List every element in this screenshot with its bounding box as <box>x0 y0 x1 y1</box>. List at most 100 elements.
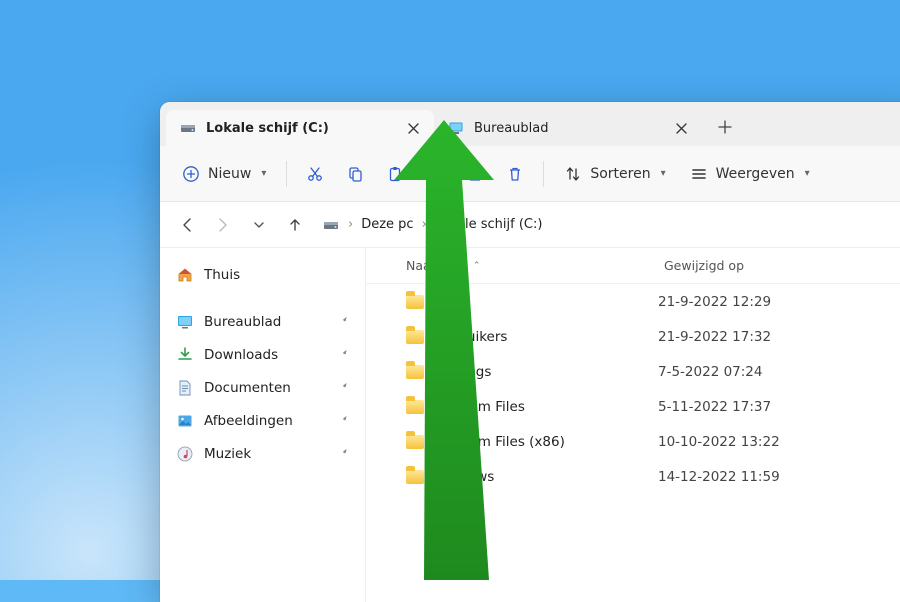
tab-strip: Lokale schijf (C:) Bureaublad <box>160 102 900 146</box>
desktop-icon <box>448 120 464 136</box>
sidebar-item-label: Muziek <box>204 446 251 462</box>
sort-ascending-icon: ⌃ <box>473 261 481 271</box>
file-name: Program Files (x86) <box>434 434 565 450</box>
file-list-pane: Naam ⌃ Gewijzigd op boot 21-9-2022 12:29… <box>366 248 900 602</box>
folder-icon <box>406 295 424 309</box>
navigation-pane: Thuis Bureaublad Downloads <box>160 248 366 602</box>
table-row[interactable]: PerfLogs 7-5-2022 07:24 <box>366 354 900 389</box>
folder-icon <box>406 365 424 379</box>
sort-button-label: Sorteren <box>590 166 650 182</box>
back-button[interactable] <box>170 208 204 242</box>
breadcrumb-root[interactable]: Deze pc <box>361 217 413 232</box>
pin-icon <box>338 349 349 360</box>
home-icon <box>176 266 194 284</box>
folder-icon <box>406 400 424 414</box>
file-name: Gebruikers <box>434 329 507 345</box>
pin-icon <box>338 415 349 426</box>
document-icon <box>176 379 194 397</box>
pin-icon <box>338 316 349 327</box>
music-icon <box>176 445 194 463</box>
separator <box>543 161 544 187</box>
sidebar-item-label: Thuis <box>204 267 240 283</box>
up-button[interactable] <box>278 208 312 242</box>
tab-local-disk[interactable]: Lokale schijf (C:) <box>166 110 434 146</box>
sort-button[interactable]: Sorteren ▾ <box>554 156 675 192</box>
chevron-right-icon: › <box>422 217 427 232</box>
tab-desktop[interactable]: Bureaublad <box>434 110 702 146</box>
desktop-icon <box>176 313 194 331</box>
recent-locations-button[interactable] <box>242 208 276 242</box>
rename-button[interactable] <box>417 156 453 192</box>
file-modified: 10-10-2022 13:22 <box>658 434 858 450</box>
sidebar-item-documents[interactable]: Documenten <box>166 371 359 404</box>
table-row[interactable]: Windows 14-12-2022 11:59 <box>366 459 900 494</box>
sidebar-item-desktop[interactable]: Bureaublad <box>166 305 359 338</box>
chevron-right-icon: › <box>348 217 353 232</box>
view-icon <box>690 165 708 183</box>
sidebar-item-downloads[interactable]: Downloads <box>166 338 359 371</box>
sidebar-item-pictures[interactable]: Afbeeldingen <box>166 404 359 437</box>
file-explorer-window: Lokale schijf (C:) Bureaublad Nieuw ▾ <box>160 102 900 602</box>
view-button[interactable]: Weergeven ▾ <box>680 156 820 192</box>
table-row[interactable]: boot 21-9-2022 12:29 <box>366 284 900 319</box>
forward-button[interactable] <box>206 208 240 242</box>
column-header-modified[interactable]: Gewijzigd op <box>664 258 864 273</box>
copy-button[interactable] <box>337 156 373 192</box>
navigation-bar: › Deze pc › Lokale schijf (C:) <box>160 202 900 248</box>
file-modified: 5-11-2022 17:37 <box>658 399 858 415</box>
cut-button[interactable] <box>297 156 333 192</box>
drive-icon <box>322 216 340 234</box>
plus-circle-icon <box>182 165 200 183</box>
file-modified: 21-9-2022 12:29 <box>658 294 858 310</box>
breadcrumb-item[interactable]: Lokale schijf (C:) <box>435 217 543 232</box>
delete-button[interactable] <box>497 156 533 192</box>
share-button[interactable] <box>457 156 493 192</box>
tab-label: Lokale schijf (C:) <box>206 121 392 136</box>
download-icon <box>176 346 194 364</box>
file-modified: 7-5-2022 07:24 <box>658 364 858 380</box>
separator <box>286 161 287 187</box>
column-header-label: Gewijzigd op <box>664 258 744 273</box>
folder-icon <box>406 330 424 344</box>
file-modified: 14-12-2022 11:59 <box>658 469 858 485</box>
chevron-down-icon: ▾ <box>805 168 810 179</box>
sidebar-item-home[interactable]: Thuis <box>166 258 359 291</box>
tab-close-button[interactable] <box>402 117 424 139</box>
file-name: PerfLogs <box>434 364 491 380</box>
drive-icon <box>180 120 196 136</box>
sidebar-item-music[interactable]: Muziek <box>166 437 359 470</box>
sidebar-item-label: Downloads <box>204 347 278 363</box>
command-bar: Nieuw ▾ Sorteren ▾ <box>160 146 900 202</box>
table-row[interactable]: Program Files 5-11-2022 17:37 <box>366 389 900 424</box>
sidebar-item-label: Bureaublad <box>204 314 281 330</box>
pictures-icon <box>176 412 194 430</box>
sidebar-item-label: Documenten <box>204 380 291 396</box>
new-button-label: Nieuw <box>208 166 251 182</box>
breadcrumb[interactable]: › Deze pc › Lokale schijf (C:) <box>322 216 542 234</box>
new-button[interactable]: Nieuw ▾ <box>172 156 276 192</box>
folder-icon <box>406 435 424 449</box>
new-tab-button[interactable] <box>708 110 742 144</box>
table-row[interactable]: Program Files (x86) 10-10-2022 13:22 <box>366 424 900 459</box>
column-headers: Naam ⌃ Gewijzigd op <box>366 248 900 284</box>
view-button-label: Weergeven <box>716 166 795 182</box>
file-name: Windows <box>434 469 494 485</box>
sort-icon <box>564 165 582 183</box>
pin-icon <box>338 382 349 393</box>
file-modified: 21-9-2022 17:32 <box>658 329 858 345</box>
table-row[interactable]: Gebruikers 21-9-2022 17:32 <box>366 319 900 354</box>
explorer-body: Thuis Bureaublad Downloads <box>160 248 900 602</box>
chevron-down-icon: ▾ <box>261 168 266 179</box>
folder-icon <box>406 470 424 484</box>
sidebar-item-label: Afbeeldingen <box>204 413 293 429</box>
column-header-name[interactable]: Naam ⌃ <box>406 258 658 273</box>
chevron-down-icon: ▾ <box>661 168 666 179</box>
file-rows: boot 21-9-2022 12:29 Gebruikers 21-9-202… <box>366 284 900 602</box>
column-header-label: Naam <box>406 258 443 273</box>
tab-close-button[interactable] <box>670 117 692 139</box>
file-name: boot <box>434 294 464 310</box>
tab-label: Bureaublad <box>474 121 660 136</box>
paste-button[interactable] <box>377 156 413 192</box>
pin-icon <box>338 448 349 459</box>
file-name: Program Files <box>434 399 525 415</box>
